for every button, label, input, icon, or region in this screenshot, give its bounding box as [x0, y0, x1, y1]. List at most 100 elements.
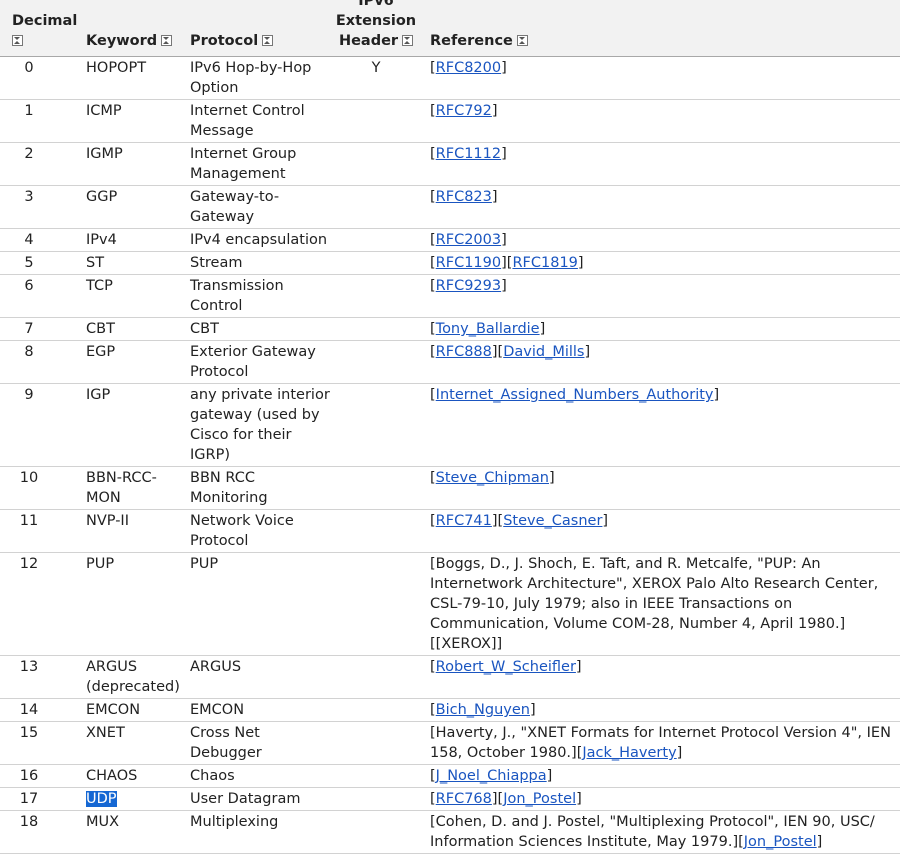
reference-cell: [RFC741][Steve_Casner]	[422, 510, 900, 553]
reference-link[interactable]: RFC768	[436, 791, 492, 807]
table-row: 2 IGMP Internet Group Management [RFC1112]	[0, 143, 900, 186]
table-row: 3 GGP Gateway-to-Gateway [RFC823]	[0, 186, 900, 229]
keyword-text: IGP	[86, 387, 111, 403]
protocol-cell: any private interior gateway (used by Ci…	[190, 387, 330, 463]
reference-link[interactable]: RFC2003	[436, 232, 501, 248]
reference-link[interactable]: RFC1190	[436, 255, 501, 271]
protocol-cell: Stream	[190, 255, 243, 271]
sort-icon[interactable]	[12, 35, 23, 46]
ipv6-extension-header-cell	[330, 788, 422, 811]
table-row: 4 IPv4 IPv4 encapsulation [RFC2003]	[0, 229, 900, 252]
reference-link[interactable]: Internet_Assigned_Numbers_Authority	[436, 387, 714, 403]
column-header-decimal[interactable]: Decimal	[0, 0, 78, 57]
reference-cell: [RFC792]	[422, 100, 900, 143]
reference-link[interactable]: RFC1819	[512, 255, 577, 271]
reference-text: ][	[491, 513, 504, 529]
column-header-reference-label: Reference	[430, 33, 513, 49]
column-header-reference[interactable]: Reference	[422, 0, 900, 57]
reference-link[interactable]: Steve_Chipman	[436, 470, 549, 486]
ipv6-extension-header-cell	[330, 318, 422, 341]
keyword-text: TCP	[86, 278, 113, 294]
reference-link[interactable]: Bich_Nguyen	[436, 702, 530, 718]
ipv6-extension-header-cell	[330, 553, 422, 656]
protocol-cell: CBT	[190, 321, 219, 337]
column-header-protocol[interactable]: Protocol	[182, 0, 330, 57]
reference-link[interactable]: RFC792	[436, 103, 492, 119]
keyword-cell: BBN-RCC-MON	[78, 467, 182, 510]
reference-link[interactable]: David_Mills	[503, 344, 584, 360]
sort-icon[interactable]	[262, 35, 274, 46]
decimal-cell: 7	[24, 321, 34, 337]
sort-icon[interactable]	[161, 35, 173, 46]
reference-text: ][	[501, 255, 513, 271]
reference-text: ]	[491, 189, 498, 205]
column-header-ipv6-extension-header[interactable]: IPv6 Extension Header	[330, 0, 422, 57]
protocol-cell: Transmission Control	[190, 278, 284, 314]
sort-icon[interactable]	[516, 35, 528, 46]
reference-link[interactable]: Jon_Postel	[744, 834, 817, 850]
decimal-cell: 16	[19, 768, 39, 784]
keyword-text: ARGUS (deprecated)	[86, 659, 180, 695]
reference-text: ]	[501, 232, 507, 248]
table-row: 14 EMCON EMCON [Bich_Nguyen]	[0, 699, 900, 722]
reference-text: ]	[539, 321, 546, 337]
reference-link[interactable]: RFC8200	[436, 60, 501, 76]
reference-text: ]	[491, 103, 498, 119]
decimal-cell: 0	[24, 60, 34, 76]
keyword-text: NVP-II	[86, 513, 129, 529]
reference-cell: [Internet_Assigned_Numbers_Authority]	[422, 384, 900, 467]
reference-link[interactable]: Jon_Postel	[503, 791, 576, 807]
reference-link[interactable]: J_Noel_Chiappa	[436, 768, 547, 784]
reference-link[interactable]: RFC9293	[436, 278, 501, 294]
decimal-cell: 14	[19, 702, 39, 718]
decimal-cell: 10	[19, 470, 39, 486]
keyword-cell: HOPOPT	[78, 57, 182, 100]
table-row: 8 EGP Exterior Gateway Protocol [RFC888][Da…	[0, 341, 900, 384]
reference-cell: [RFC2003]	[422, 229, 900, 252]
reference-cell: [Robert_W_Scheifler]	[422, 656, 900, 699]
table-row: 16 CHAOS Chaos [J_Noel_Chiappa]	[0, 765, 900, 788]
reference-link[interactable]: Robert_W_Scheifler	[436, 659, 576, 675]
ipv6-extension-header-cell	[330, 811, 422, 854]
protocol-numbers-table: Decimal Keyword Protocol IPv6 Extension …	[0, 0, 900, 854]
reference-cell: [RFC1112]	[422, 143, 900, 186]
reference-cell: [RFC823]	[422, 186, 900, 229]
column-header-keyword[interactable]: Keyword	[78, 0, 182, 57]
keyword-text: EMCON	[86, 702, 141, 718]
ipv6-extension-header-cell	[330, 229, 422, 252]
reference-link[interactable]: Jack_Haverty	[582, 745, 676, 761]
reference-link[interactable]: RFC1112	[436, 146, 501, 162]
sort-icon[interactable]	[402, 35, 414, 46]
ipv6-extension-header-cell	[330, 186, 422, 229]
table-row: 9 IGP any private interior gateway (used b…	[0, 384, 900, 467]
reference-link[interactable]: RFC888	[436, 344, 492, 360]
keyword-cell: ST	[78, 252, 182, 275]
reference-link[interactable]: RFC741	[436, 513, 492, 529]
protocol-cell: IPv6 Hop-by-Hop Option	[190, 60, 312, 96]
reference-link[interactable]: RFC823	[436, 189, 492, 205]
reference-cell: [Tony_Ballardie]	[422, 318, 900, 341]
keyword-cell: CHAOS	[78, 765, 182, 788]
column-header-protocol-label: Protocol	[190, 33, 259, 49]
reference-link[interactable]: Steve_Casner	[503, 513, 602, 529]
keyword-cell: CBT	[78, 318, 182, 341]
keyword-text: MUX	[86, 814, 120, 830]
table-row: 5 ST Stream [RFC1190][RFC1819]	[0, 252, 900, 275]
protocol-cell: Internet Group Management	[190, 146, 297, 182]
decimal-cell: 6	[24, 278, 34, 294]
table-row: 0 HOPOPT IPv6 Hop-by-Hop Option Y [RFC8200]	[0, 57, 900, 100]
keyword-cell: XNET	[78, 722, 182, 765]
keyword-cell: IPv4	[78, 229, 182, 252]
keyword-cell: PUP	[78, 553, 182, 656]
keyword-text: UDP	[86, 791, 117, 807]
reference-cell: [RFC1190][RFC1819]	[422, 252, 900, 275]
reference-cell: [Boggs, D., J. Shoch, E. Taft, and R. Me…	[422, 553, 900, 656]
reference-cell: [RFC888][David_Mills]	[422, 341, 900, 384]
reference-link[interactable]: Tony_Ballardie	[436, 321, 540, 337]
ipv6-extension-header-cell	[330, 722, 422, 765]
reference-cell: [Haverty, J., "XNET Formats for Internet…	[422, 722, 900, 765]
keyword-text: CBT	[86, 321, 115, 337]
reference-text: ]	[575, 659, 582, 675]
keyword-cell: UDP	[78, 788, 182, 811]
keyword-text: PUP	[86, 556, 115, 572]
